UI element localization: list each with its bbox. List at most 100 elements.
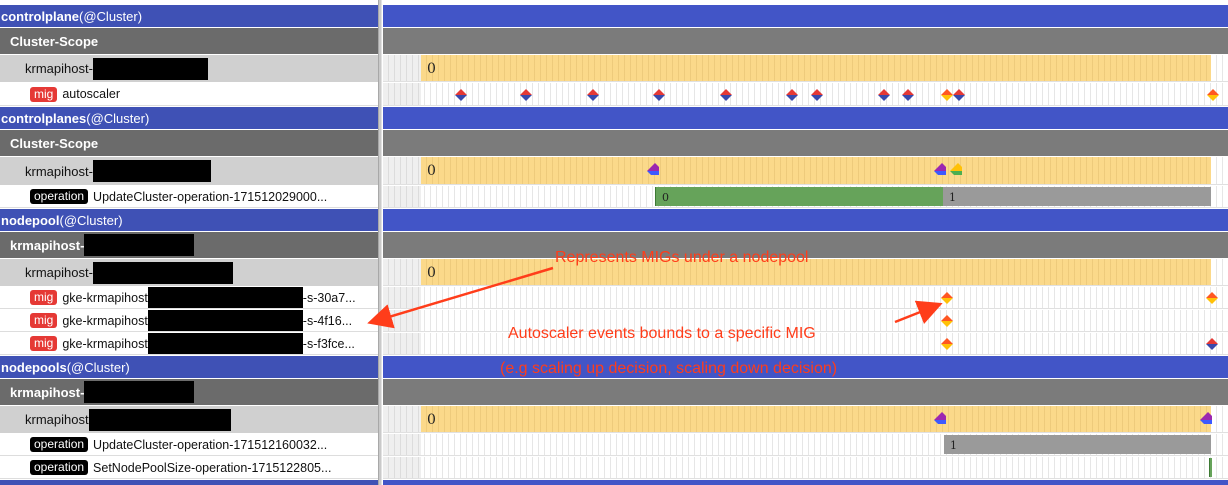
timeline-row[interactable]: 0 <box>383 157 1228 185</box>
tree-row-cluster[interactable]: nodepool (@Cluster) <box>0 209 378 231</box>
event-diamond-icon[interactable] <box>1206 292 1218 304</box>
tree-row-scope[interactable]: krmapihost- <box>0 379 378 405</box>
resource-tree-panel: controlplane (@Cluster) Cluster-Scope krma… <box>0 0 378 485</box>
tree-row-scope[interactable]: krmapihost- <box>0 232 378 258</box>
timeline-row[interactable]: 1 <box>383 434 1228 456</box>
revision-bar[interactable]: 1 <box>944 435 1211 454</box>
tree-row-scope-suffix: (@Cluster) <box>66 359 130 375</box>
event-diamond-icon[interactable] <box>934 411 946 424</box>
tree-row-label: controlplanes <box>1 110 87 126</box>
tree-row-host[interactable]: krmapihost- <box>0 259 378 286</box>
timeline-row[interactable] <box>383 457 1228 479</box>
revision-bar[interactable]: 1 <box>943 187 1211 206</box>
timeline-row[interactable]: 01 <box>383 186 1228 208</box>
operation-badge: operation <box>30 460 89 475</box>
tree-row-label: Cluster-Scope <box>10 135 99 151</box>
event-diamond-icon[interactable] <box>941 88 953 101</box>
event-diamond-icon[interactable] <box>647 163 659 175</box>
revision-bar-label: 0 <box>427 163 436 179</box>
timeline-row[interactable]: 0 <box>383 55 1228 82</box>
timeline-lead-area <box>383 287 421 308</box>
event-diamond-icon[interactable] <box>1200 411 1212 424</box>
event-diamond-icon[interactable] <box>902 88 914 101</box>
tree-row-leaf[interactable]: operation UpdateCluster-operation-1715120… <box>0 186 378 208</box>
revision-bar-label: 1 <box>950 439 957 452</box>
event-diamond-icon[interactable] <box>786 88 798 101</box>
redacted-block <box>147 287 303 308</box>
timeline-row[interactable] <box>383 209 1228 231</box>
tree-row-host[interactable]: krmapihost <box>0 406 378 433</box>
tree-row-leaf[interactable]: operation UpdateCluster-operation-1715121… <box>0 434 378 456</box>
tree-row-label: controlplane <box>1 8 80 24</box>
timeline-row[interactable] <box>383 83 1228 106</box>
event-diamond-icon[interactable] <box>1207 88 1219 101</box>
tree-row-label: krmapihost- <box>25 265 93 280</box>
tree-row-scope-suffix: (@Cluster) <box>59 212 123 228</box>
timeline-row[interactable] <box>383 28 1228 54</box>
tree-row-cluster[interactable]: nodepools (@Cluster) <box>0 356 378 378</box>
event-diamond-icon[interactable] <box>941 292 953 304</box>
tree-row-label: krmapihost- <box>25 61 93 76</box>
tree-row-cluster[interactable] <box>0 480 378 485</box>
event-diamond-icon[interactable] <box>811 88 823 101</box>
tree-row-host[interactable]: krmapihost- <box>0 55 378 82</box>
revision-bar[interactable]: 0 <box>421 406 1211 432</box>
revision-bar-label: 0 <box>427 61 436 77</box>
mig-badge: mig <box>30 336 58 351</box>
event-diamond-icon[interactable] <box>520 88 532 101</box>
timeline-row[interactable] <box>383 480 1228 485</box>
tree-row-scope[interactable]: Cluster-Scope <box>0 28 378 54</box>
timeline-lead-area <box>383 457 421 478</box>
event-diamond-icon[interactable] <box>455 88 467 101</box>
event-diamond-icon[interactable] <box>878 88 890 101</box>
revision-bar[interactable]: 0 <box>421 157 1211 184</box>
timeline-row[interactable] <box>383 379 1228 405</box>
tree-row-scope-suffix: (@Cluster) <box>79 8 143 24</box>
redacted-block <box>88 408 231 431</box>
revision-bar[interactable]: 0 <box>421 55 1211 81</box>
event-diamond-icon[interactable] <box>934 163 946 175</box>
redacted-block <box>92 261 233 284</box>
redacted-block <box>147 333 303 354</box>
event-diamond-icon[interactable] <box>950 163 962 175</box>
event-diamond-icon[interactable] <box>941 338 953 350</box>
revision-bar[interactable]: 0 <box>655 187 943 206</box>
tree-row-leaf[interactable]: mig gke-krmapihost -s-30a7... <box>0 287 378 309</box>
tree-row-label: Cluster-Scope <box>10 33 99 49</box>
tree-row-label: nodepools <box>1 359 67 375</box>
tree-row-cluster[interactable]: controlplane (@Cluster) <box>0 5 378 27</box>
timeline-row[interactable] <box>383 107 1228 129</box>
revision-bar[interactable] <box>1209 458 1212 477</box>
tree-row-leaf[interactable]: mig gke-krmapihost -s-f3fce... <box>0 333 378 355</box>
event-diamond-icon[interactable] <box>941 315 953 327</box>
timeline-lead-area <box>383 186 421 207</box>
tree-row-label: krmapihost <box>25 412 89 427</box>
timeline-lead-area <box>383 55 421 81</box>
timeline-row[interactable] <box>383 5 1228 27</box>
redacted-block <box>84 381 195 403</box>
redacted-block <box>92 57 208 80</box>
tree-row-label: krmapihost- <box>10 237 85 253</box>
event-diamond-icon[interactable] <box>587 88 599 101</box>
tree-row-cluster[interactable]: controlplanes (@Cluster) <box>0 107 378 129</box>
tree-row-leaf[interactable]: operation SetNodePoolSize-operation-17151… <box>0 457 378 479</box>
event-diamond-icon[interactable] <box>653 88 665 101</box>
tree-row-label: gke-krmapihost <box>62 336 148 351</box>
tree-row-scope[interactable]: Cluster-Scope <box>0 130 378 156</box>
revision-bar[interactable]: 0 <box>421 259 1211 285</box>
timeline-row[interactable]: 0 <box>383 406 1228 433</box>
tree-row-leaf[interactable]: mig autoscaler <box>0 83 378 106</box>
timeline-panel: 0001001 <box>383 0 1228 485</box>
tree-row-host[interactable]: krmapihost- <box>0 157 378 185</box>
timeline-row[interactable] <box>383 130 1228 156</box>
event-diamond-icon[interactable] <box>720 88 732 101</box>
redacted-block <box>84 234 195 256</box>
timeline-row[interactable] <box>383 287 1228 309</box>
event-diamond-icon[interactable] <box>1206 338 1218 350</box>
timeline-lead-area <box>383 333 421 354</box>
event-diamond-icon[interactable] <box>953 88 965 101</box>
annotation-migs-label: Represents MIGs under a nodepool <box>555 249 809 266</box>
tree-row-label: nodepool <box>1 212 60 228</box>
tree-row-leaf[interactable]: mig gke-krmapihost -s-4f16... <box>0 310 378 332</box>
panel-splitter[interactable] <box>378 0 382 485</box>
